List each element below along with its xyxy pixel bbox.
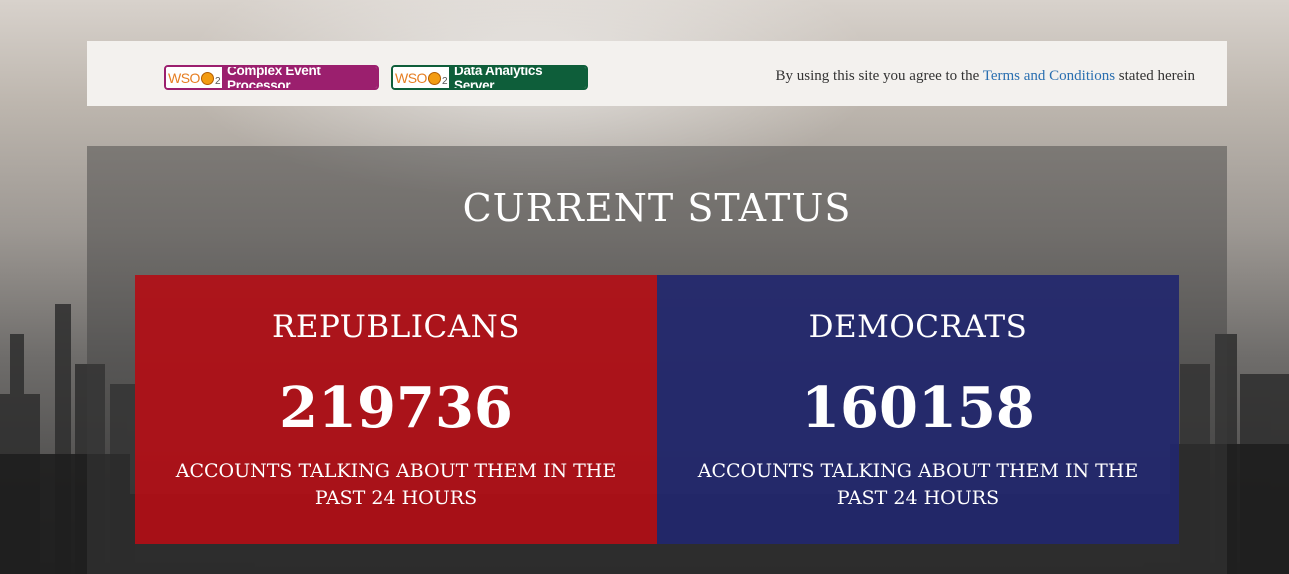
wso2-cep-badge[interactable]: WSO 2 Complex Event Processor: [164, 65, 379, 90]
wso2-logo-icon: WSO 2: [166, 67, 222, 88]
party-name: DEMOCRATS: [808, 309, 1028, 345]
terms-link[interactable]: Terms and Conditions: [983, 68, 1115, 84]
democrats-card: DEMOCRATS 160158 ACCOUNTS TALKING ABOUT …: [657, 275, 1179, 544]
account-count: 219736: [279, 375, 513, 441]
status-title: CURRENT STATUS: [462, 186, 852, 230]
republicans-card: REPUBLICANS 219736 ACCOUNTS TALKING ABOU…: [135, 275, 657, 544]
badge-product-label: Data Analytics Server: [449, 67, 586, 88]
wso2-das-badge[interactable]: WSO 2 Data Analytics Server: [391, 65, 588, 90]
wso2-logo-icon: WSO 2: [393, 67, 449, 88]
status-panel: CURRENT STATUS REPUBLICANS 219736 ACCOUN…: [87, 146, 1227, 574]
count-caption: ACCOUNTS TALKING ABOUT THEM IN THE PAST …: [697, 460, 1139, 509]
count-caption: ACCOUNTS TALKING ABOUT THEM IN THE PAST …: [175, 460, 617, 509]
party-name: REPUBLICANS: [272, 309, 520, 345]
terms-notice: By using this site you agree to the Term…: [775, 68, 1195, 84]
badge-product-label: Complex Event Processor: [222, 67, 377, 88]
top-bar: WSO 2 Complex Event Processor WSO 2 Data A…: [87, 41, 1227, 106]
account-count: 160158: [801, 375, 1035, 441]
